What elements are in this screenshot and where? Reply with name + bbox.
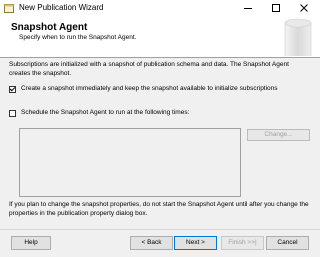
wizard-body: Subscriptions are initialized with a sna… [0,58,320,229]
maximize-icon [272,3,280,12]
wizard-icon [4,4,14,13]
window-title: New Publication Wizard [19,3,104,12]
wizard-header: Snapshot Agent Specify when to run the S… [0,17,320,58]
wizard-footer: Help < Back Next > Finish >>| Cancel [0,229,320,257]
schedule-agent-checkbox[interactable] [9,109,16,117]
minimize-icon [244,7,252,9]
create-snapshot-option[interactable]: Create a snapshot immediately and keep t… [9,85,278,93]
database-cylinder-graphic [284,18,312,56]
close-icon [300,3,308,12]
close-button[interactable] [293,0,315,15]
minimize-button[interactable] [237,0,259,15]
intro-text: Subscriptions are initialized with a sna… [9,61,289,77]
page-title: Snapshot Agent [11,22,88,33]
back-button[interactable]: < Back [130,236,173,250]
finish-button[interactable]: Finish >>| [221,236,264,250]
help-button[interactable]: Help [11,236,51,250]
wizard-window: New Publication Wizard Snapshot Agent Sp… [0,0,320,257]
create-snapshot-label: Create a snapshot immediately and keep t… [21,85,278,92]
page-subtitle: Specify when to run the Snapshot Agent. [19,34,137,41]
change-schedule-button[interactable]: Change... [247,129,310,141]
maximize-button[interactable] [265,0,287,15]
create-snapshot-checkbox[interactable] [9,85,16,93]
note-text: If you plan to change the snapshot prope… [9,201,309,217]
cancel-button[interactable]: Cancel [266,236,309,250]
next-button[interactable]: Next > [174,236,217,250]
schedule-agent-label: Schedule the Snapshot Agent to run at th… [21,109,190,116]
schedule-description-box [19,128,241,197]
schedule-agent-option[interactable]: Schedule the Snapshot Agent to run at th… [9,109,189,117]
title-bar[interactable]: New Publication Wizard [0,0,320,17]
